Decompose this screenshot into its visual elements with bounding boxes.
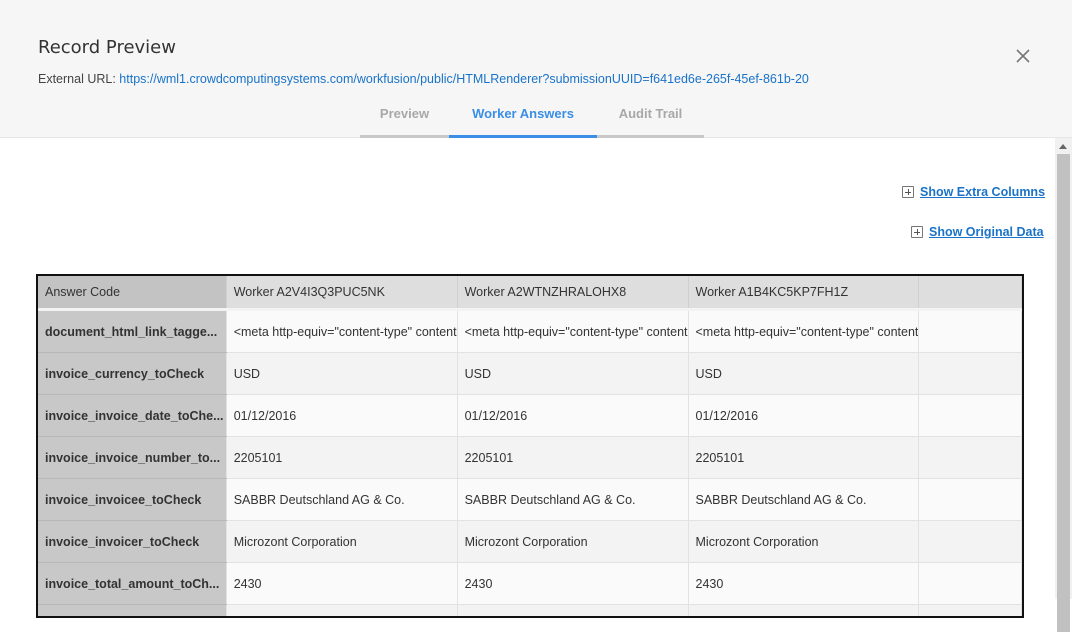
worker-answers-table: Answer Code Worker A2V4I3Q3PUC5NK Worker…: [36, 274, 1024, 618]
answer-value-cell: SABBR Deutschland AG & Co.: [226, 478, 458, 521]
modal-title: Record Preview: [38, 37, 176, 58]
external-url-link[interactable]: https://wml1.crowdcomputingsystems.com/w…: [119, 72, 809, 86]
answer-value-cell: Microzont Corporation: [226, 520, 458, 563]
answer-value-cell: [918, 352, 1022, 395]
table-row[interactable]: document_html_link_tagge... <meta http-eq…: [38, 309, 1022, 353]
external-url-row: External URL: https://wml1.crowdcomputin…: [38, 72, 809, 86]
answer-value-cell: SABBR Deutschland AG & Co.: [688, 478, 920, 521]
answer-value-cell: Microzont Corporation: [457, 520, 689, 563]
answer-value-cell: [918, 394, 1022, 437]
answer-value-cell: [918, 562, 1022, 605]
answer-value-cell: SABBR Deutschland AG & Co.: [457, 478, 689, 521]
answer-value-cell: <meta http-equiv="content-type" content: [226, 309, 458, 353]
table-row[interactable]: [38, 604, 1022, 616]
answer-code-cell: invoice_currency_toCheck: [38, 352, 227, 395]
answer-value-cell: [688, 604, 920, 616]
tab-audit-trail[interactable]: Audit Trail: [597, 103, 704, 138]
answer-value-cell: [457, 604, 689, 616]
table-row[interactable]: invoice_invoicer_toCheck Microzont Corpor…: [38, 520, 1022, 563]
tab-worker-answers[interactable]: Worker Answers: [449, 103, 597, 138]
table-row[interactable]: invoice_invoice_date_toChe... 01/12/2016 0…: [38, 394, 1022, 437]
scrollbar-thumb[interactable]: [1057, 154, 1070, 632]
column-header: [918, 276, 1022, 311]
answer-code-cell: invoice_invoice_number_to...: [38, 436, 227, 479]
answer-value-cell: [918, 478, 1022, 521]
answer-value-cell: 2430: [226, 562, 458, 605]
answer-code-cell: invoice_invoicee_toCheck: [38, 478, 227, 521]
external-url-label: External URL:: [38, 72, 116, 86]
plus-box-icon: [911, 226, 923, 238]
answer-code-cell: document_html_link_tagge...: [38, 309, 227, 353]
answer-value-cell: 01/12/2016: [226, 394, 458, 437]
close-icon[interactable]: [1013, 46, 1033, 66]
answer-value-cell: 2430: [457, 562, 689, 605]
answer-value-cell: [918, 309, 1022, 353]
vertical-scrollbar[interactable]: [1055, 138, 1072, 632]
show-original-data-link[interactable]: Show Original Data: [911, 225, 1044, 239]
answer-code-cell: invoice_invoicer_toCheck: [38, 520, 227, 563]
answer-value-cell: [918, 520, 1022, 563]
answer-value-cell: [226, 604, 458, 616]
table-row[interactable]: invoice_total_amount_toCh... 2430 2430 2430: [38, 562, 1022, 605]
answer-code-cell: invoice_total_amount_toCh...: [38, 562, 227, 605]
answer-value-cell: 01/12/2016: [688, 394, 920, 437]
answer-value-cell: 01/12/2016: [457, 394, 689, 437]
table-row[interactable]: invoice_invoice_number_to... 2205101 22051…: [38, 436, 1022, 479]
table-row[interactable]: invoice_currency_toCheck USD USD USD: [38, 352, 1022, 395]
answer-code-cell: invoice_invoice_date_toChe...: [38, 394, 227, 437]
answer-value-cell: Microzont Corporation: [688, 520, 920, 563]
answer-value-cell: USD: [688, 352, 920, 395]
answer-value-cell: 2430: [688, 562, 920, 605]
answer-value-cell: USD: [457, 352, 689, 395]
column-header[interactable]: Worker A2WTNZHRALOHX8: [457, 276, 689, 311]
column-header[interactable]: Worker A1B4KC5KP7FH1Z: [688, 276, 920, 311]
column-header[interactable]: Answer Code: [38, 276, 227, 311]
answer-value-cell: 2205101: [226, 436, 458, 479]
show-extra-columns-link[interactable]: Show Extra Columns: [902, 185, 1045, 199]
modal-header: Record Preview External URL: https://wml…: [0, 0, 1072, 138]
answer-value-cell: USD: [226, 352, 458, 395]
answer-code-cell: [38, 604, 227, 616]
column-header[interactable]: Worker A2V4I3Q3PUC5NK: [226, 276, 458, 311]
table-header-row: Answer Code Worker A2V4I3Q3PUC5NK Worker…: [38, 276, 1022, 311]
scroll-up-icon[interactable]: [1059, 144, 1067, 149]
answer-value-cell: 2205101: [457, 436, 689, 479]
tab-preview[interactable]: Preview: [360, 103, 449, 138]
answer-value-cell: [918, 436, 1022, 479]
answer-value-cell: <meta http-equiv="content-type" content: [688, 309, 920, 353]
answer-value-cell: [918, 604, 1022, 616]
table-row[interactable]: invoice_invoicee_toCheck SABBR Deutschlan…: [38, 478, 1022, 521]
plus-box-icon: [902, 186, 914, 198]
answer-value-cell: 2205101: [688, 436, 920, 479]
answer-value-cell: <meta http-equiv="content-type" content: [457, 309, 689, 353]
